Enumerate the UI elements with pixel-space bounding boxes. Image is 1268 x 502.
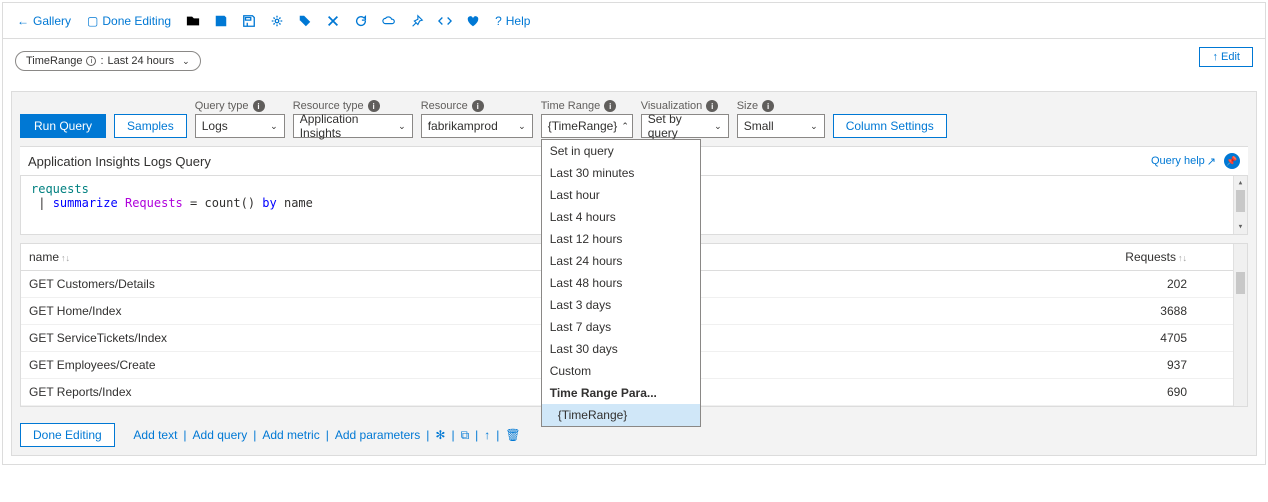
external-link-icon: ↗ [1207,155,1216,168]
back-arrow-icon: ← [17,14,29,28]
done-editing-button[interactable]: ▢ Done Editing [81,10,177,32]
gallery-button[interactable]: ← Gallery [11,10,77,32]
size-select[interactable]: Small⌄ [737,114,825,138]
chevron-down-icon: ⌄ [398,121,406,132]
code-icon[interactable] [433,9,457,33]
dropdown-item[interactable]: Custom [542,360,700,382]
copy-icon[interactable]: ⧉ [461,428,470,443]
refresh-icon[interactable] [349,9,373,33]
chevron-down-icon: ⌄ [270,121,278,132]
info-icon: i [472,100,484,112]
sort-icon: ↑↓ [61,253,70,263]
visualization-select[interactable]: Set by query⌄ [641,114,729,138]
scroll-thumb[interactable] [1236,272,1245,294]
top-toolbar: ← Gallery ▢ Done Editing ? Help [3,3,1265,39]
done-editing-label: Done Editing [102,14,171,28]
editor-scrollbar[interactable]: ▴ ▾ [1233,176,1247,234]
time-range-pill[interactable]: TimeRange i : Last 24 hours ⌄ [15,51,201,71]
cloud-icon[interactable] [377,9,401,33]
column-settings-button[interactable]: Column Settings [833,114,947,138]
heart-icon[interactable] [461,9,485,33]
dropdown-item[interactable]: Set in query [542,140,700,162]
resource-label: Resource [421,100,468,112]
query-title: Application Insights Logs Query [28,154,211,169]
pin-icon[interactable] [405,9,429,33]
pill-param-name: TimeRange [26,55,82,67]
query-panel: Run Query Samples Query type i Logs⌄ Reso… [11,91,1257,456]
sort-icon: ↑↓ [1178,253,1187,263]
dropdown-item[interactable]: Last 30 minutes [542,162,700,184]
edit-label: Edit [1221,51,1240,63]
resource-select[interactable]: fabrikamprod⌄ [421,114,533,138]
open-icon[interactable] [181,9,205,33]
cell-requests: 4705 [687,325,1247,352]
edit-button[interactable]: ↑ Edit [1199,47,1253,67]
dropdown-item[interactable]: Last 12 hours [542,228,700,250]
scroll-down-icon[interactable]: ▾ [1234,220,1247,234]
pin-badge-icon[interactable]: 📌 [1224,153,1240,169]
scroll-thumb[interactable] [1236,190,1245,212]
info-icon: i [762,100,774,112]
table-scrollbar[interactable] [1233,244,1247,406]
done-editing-bottom-button[interactable]: Done Editing [20,423,115,447]
query-type-select[interactable]: Logs⌄ [195,114,285,138]
save-icon[interactable] [209,9,233,33]
help-label: Help [506,14,531,28]
dropdown-item[interactable]: Last hour [542,184,700,206]
dropdown-item[interactable]: Last 3 days [542,294,700,316]
add-text-link[interactable]: Add text [133,428,177,442]
info-icon: i [253,100,265,112]
dropdown-item[interactable]: Last 24 hours [542,250,700,272]
dropdown-item[interactable]: Last 30 days [542,338,700,360]
close-icon[interactable] [321,9,345,33]
visualization-label: Visualization [641,100,703,112]
scroll-up-icon[interactable]: ▴ [1234,176,1247,190]
resource-type-select[interactable]: Application Insights⌄ [293,114,413,138]
gear-icon[interactable] [265,9,289,33]
chevron-down-icon: ⌄ [182,56,190,67]
cell-requests: 202 [687,271,1247,298]
info-icon: i [86,56,96,66]
tag-icon[interactable] [293,9,317,33]
question-icon: ? [495,14,502,28]
help-button[interactable]: ? Help [489,10,536,32]
dropdown-item[interactable]: Last 48 hours [542,272,700,294]
chevron-down-icon: ⌄ [810,121,818,132]
chevron-down-icon: ⌄ [714,121,722,132]
add-parameters-link[interactable]: Add parameters [335,428,420,442]
column-header-requests[interactable]: Requests↑↓ [687,244,1247,271]
add-metric-link[interactable]: Add metric [262,428,319,442]
document-icon: ▢ [87,14,98,28]
up-arrow-icon: ↑ [1212,51,1218,63]
time-range-dropdown: Set in query Last 30 minutes Last hour L… [541,139,701,427]
run-query-button[interactable]: Run Query [20,114,106,138]
add-query-link[interactable]: Add query [193,428,248,442]
delete-icon[interactable]: 🗑 [505,428,520,442]
size-label: Size [737,100,758,112]
info-icon: i [604,100,616,112]
chevron-down-icon: ⌄ [518,121,526,132]
chevron-up-icon: ⌃ [621,121,629,132]
query-type-label: Query type [195,100,249,112]
cell-requests: 937 [687,352,1247,379]
resource-type-label: Resource type [293,100,364,112]
dropdown-item[interactable]: Last 7 days [542,316,700,338]
dropdown-section-header: Time Range Para... [542,382,700,404]
info-icon: i [368,100,380,112]
samples-button[interactable]: Samples [114,114,187,138]
dropdown-item[interactable]: Last 4 hours [542,206,700,228]
info-icon: i [706,100,718,112]
move-up-icon[interactable]: ↑ [484,428,490,442]
controls-row: Run Query Samples Query type i Logs⌄ Reso… [12,92,1256,146]
pill-param-value: Last 24 hours [108,55,175,67]
cell-requests: 3688 [687,298,1247,325]
save-as-icon[interactable] [237,9,261,33]
time-range-select[interactable]: {TimeRange}⌃ Set in query Last 30 minute… [541,114,633,138]
cell-requests: 690 [687,379,1247,406]
gallery-label: Gallery [33,14,71,28]
dropdown-item-selected[interactable]: {TimeRange} [542,404,700,426]
query-help-link[interactable]: Query help ↗ [1151,155,1216,168]
time-range-label: Time Range [541,100,601,112]
gear-small-icon[interactable]: ✻ [435,428,445,442]
